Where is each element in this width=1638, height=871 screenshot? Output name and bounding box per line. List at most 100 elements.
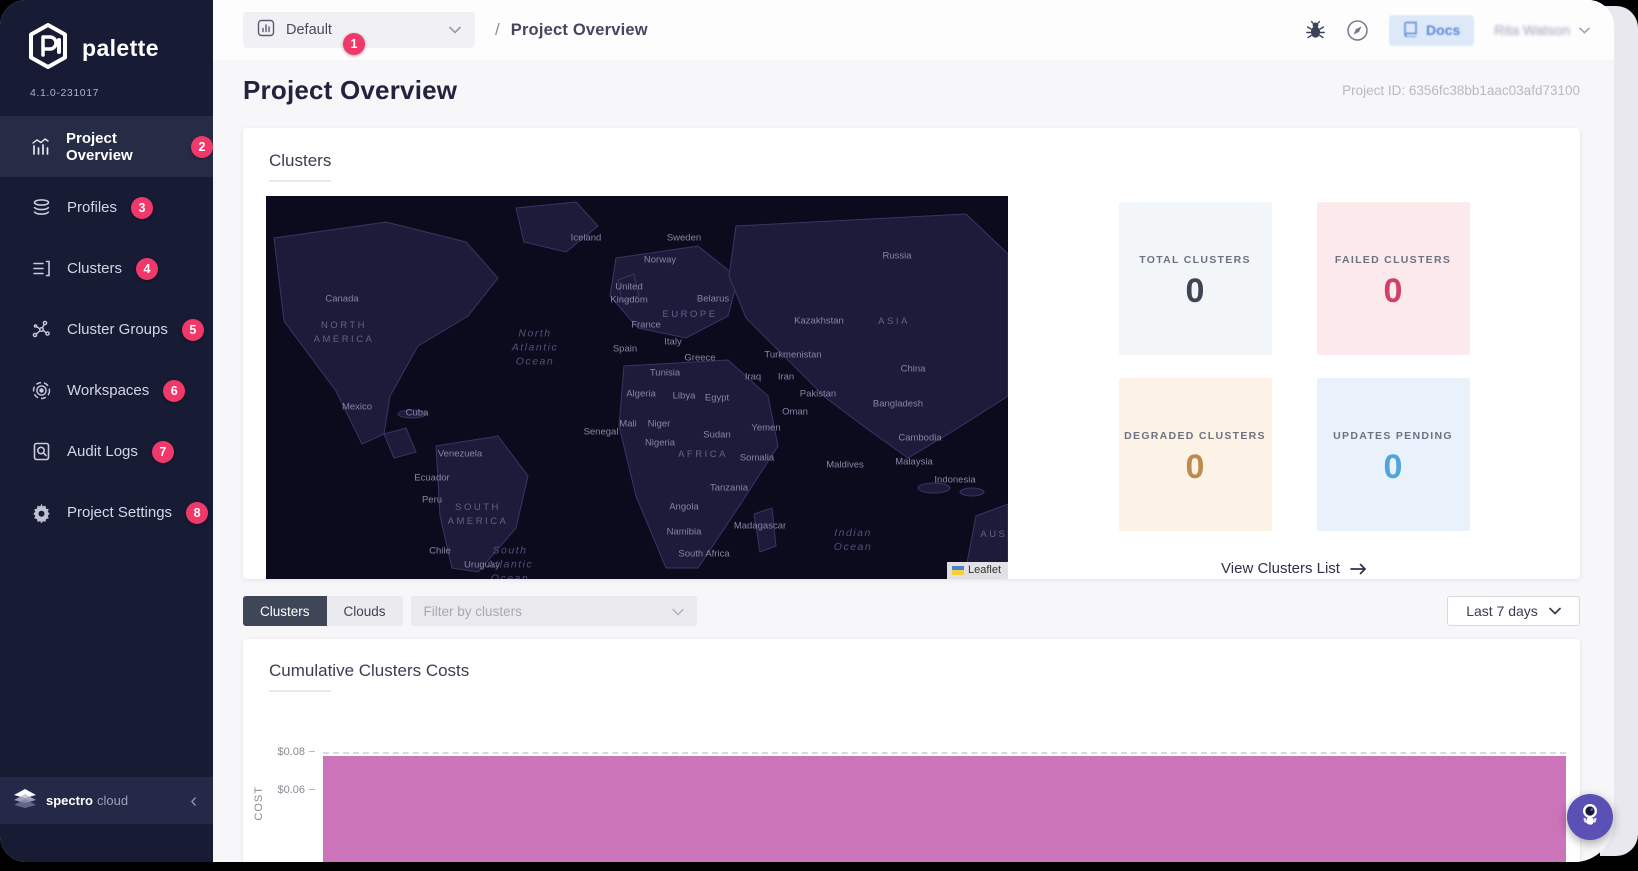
y-axis-label: COST [253,786,265,821]
som-mark-1: 1 [343,33,365,55]
gear-icon [30,502,52,524]
layers-icon [30,197,52,219]
clusters-card-title: Clusters [269,151,332,170]
cluster-stats: TOTAL CLUSTERS 0 FAILED CLUSTERS 0 DEGRA… [1008,196,1580,579]
filter-by-clusters-select[interactable]: Filter by clusters [410,596,697,626]
project-chart-icon [257,19,275,41]
bar-chart-icon [30,136,51,158]
som-mark-3: 3 [131,196,154,219]
sidebar-item-profiles[interactable]: Profiles 3 [0,177,213,238]
page-title: Project Overview [243,75,458,105]
project-select[interactable]: Default 1 [243,12,475,55]
y-axis-tick-008: $0.08 [273,746,315,758]
stat-value: 0 [1383,272,1403,310]
sidebar-item-label: Cluster Groups [67,321,168,338]
arrow-right-icon [1350,563,1366,574]
breadcrumb: / Project Overview [495,20,648,40]
palette-logo[interactable]: palette [0,0,213,75]
breadcrumb-current[interactable]: Project Overview [511,21,648,40]
view-clusters-list-label: View Clusters List [1221,560,1340,577]
docs-button[interactable]: Docs [1389,14,1475,46]
topbar-actions: Docs Rita Watson [1305,14,1590,46]
astronaut-icon [1578,802,1602,833]
title-divider [269,690,331,692]
sidebar-item-label: Profiles [67,199,118,216]
main-area: Default 1 / Project Overview Docs Rita W… [213,0,1614,862]
stat-label: UPDATES PENDING [1333,430,1453,442]
chevron-down-icon [1548,607,1561,615]
sidebar-item-label: Clusters [67,260,123,277]
clusters-world-map[interactable]: Iceland Sweden Norway Russia Canada United Ki… [266,196,1008,579]
dashed-gridline [323,752,1566,754]
stat-label: TOTAL CLUSTERS [1139,254,1251,266]
som-mark-7: 7 [151,440,174,463]
ukraine-flag-icon [951,565,964,575]
stat-value: 0 [1185,272,1205,310]
sidebar-item-label: Workspaces [67,382,150,399]
som-mark-2: 2 [191,135,213,158]
bug-report-icon[interactable] [1305,20,1326,40]
costs-card-title: Cumulative Clusters Costs [269,661,470,680]
y-axis-tick-006: $0.06 [273,784,315,796]
filter-placeholder: Filter by clusters [423,603,522,619]
chevron-down-icon [671,604,684,619]
collapse-sidebar-chevron[interactable]: ‹ [190,791,197,811]
som-mark-8: 8 [186,501,209,524]
sidebar-footer: spectro cloud ‹ [0,777,213,824]
stat-value: 0 [1185,448,1205,486]
sidebar-item-project-overview[interactable]: Project Overview 2 [0,116,213,177]
view-clusters-list-link[interactable]: View Clusters List [1221,560,1367,577]
spectro-cloud-logo-icon [12,786,38,815]
workspaces-icon [30,380,52,402]
chevron-down-icon [1579,27,1590,34]
sidebar-item-project-settings[interactable]: Project Settings 8 [0,482,213,543]
stat-tile-updates-pending: UPDATES PENDING 0 [1316,378,1470,531]
sidebar-nav: Project Overview 2 Profiles 3 Clusters 4… [0,116,213,543]
assistant-fab-button[interactable] [1567,794,1613,840]
book-icon [1403,21,1418,40]
title-divider [269,180,331,182]
clusters-card: Clusters Iceland Sweden Norway Russia Ca… [243,128,1580,579]
date-range-value: Last 7 days [1466,603,1538,619]
sidebar-item-label: Project Settings [67,504,173,521]
sidebar-item-audit-logs[interactable]: Audit Logs 7 [0,421,213,482]
help-compass-icon[interactable] [1346,19,1369,42]
leaflet-label: Leaflet [967,564,1001,576]
topbar: Default 1 / Project Overview Docs Rita W… [213,0,1614,60]
app-window: palette 4.1.0-231017 Project Overview 2 [0,0,1614,862]
chevron-down-icon [449,22,461,38]
docs-label: Docs [1426,22,1461,38]
brand-cloud: cloud [96,793,129,808]
cost-area-series [323,756,1566,862]
cumulative-costs-card: Cumulative Clusters Costs $0.08 $0.06 CO… [243,639,1580,862]
app-version: 4.1.0-231017 [30,87,100,99]
stat-tile-degraded-clusters: DEGRADED CLUSTERS 0 [1118,378,1272,531]
server-list-icon [30,258,52,280]
sidebar-item-label: Audit Logs [67,443,138,460]
network-icon [30,319,52,341]
brand-spectro: spectro [46,793,93,808]
som-mark-4: 4 [136,257,159,280]
user-menu[interactable]: Rita Watson [1494,22,1590,38]
leaflet-attribution[interactable]: Leaflet [946,562,1008,579]
sidebar-item-workspaces[interactable]: Workspaces 6 [0,360,213,421]
date-range-select[interactable]: Last 7 days [1447,596,1580,626]
breadcrumb-separator: / [495,20,500,39]
tab-clouds[interactable]: Clouds [326,596,403,626]
audit-log-icon [30,441,52,463]
page-header: Project Overview Project ID: 6356fc38bb1… [213,60,1614,115]
stat-value: 0 [1383,448,1403,486]
map-landmass [273,201,1008,579]
sidebar-item-clusters[interactable]: Clusters 4 [0,238,213,299]
stat-label: DEGRADED CLUSTERS [1124,430,1266,442]
stat-tile-failed-clusters: FAILED CLUSTERS 0 [1316,202,1470,355]
project-select-value: Default [286,22,332,38]
sidebar: palette 4.1.0-231017 Project Overview 2 [0,0,213,862]
user-name: Rita Watson [1494,22,1570,38]
som-mark-5: 5 [181,318,204,341]
som-mark-6: 6 [163,379,186,402]
sidebar-item-label: Project Overview [66,129,133,164]
project-id: Project ID: 6356fc38bb1aac03afd73100 [1342,83,1580,98]
tab-clusters[interactable]: Clusters [243,596,327,626]
sidebar-item-cluster-groups[interactable]: Cluster Groups 5 [0,299,213,360]
